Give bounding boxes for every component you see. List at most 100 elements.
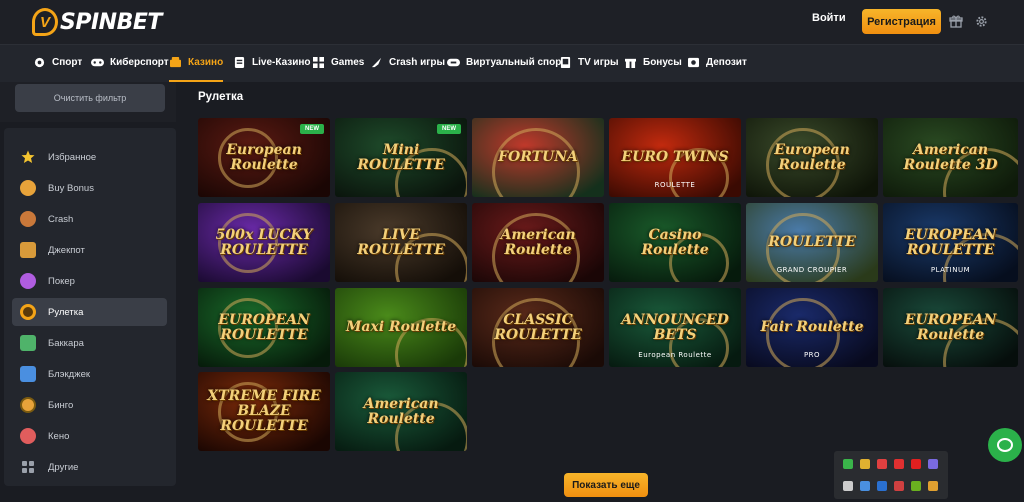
game-tile[interactable]: Mini ROULETTE NEW	[335, 118, 467, 197]
register-button[interactable]: Регистрация	[862, 9, 941, 34]
sidebar-item-jackpot[interactable]: Джекпот	[12, 236, 167, 264]
gift-icon[interactable]	[948, 13, 964, 29]
nav-label: Киберспорт	[110, 57, 169, 68]
nav-item-crash[interactable]: Crash игры	[370, 57, 445, 68]
game-title: American Roulette 3D	[903, 141, 998, 173]
game-tile[interactable]: CLASSIC ROULETTE	[472, 288, 604, 367]
network-tray-icon[interactable]	[860, 481, 870, 491]
tv-icon	[560, 57, 571, 68]
nav-item-virtual[interactable]: Виртуальный спорт	[447, 57, 566, 68]
sidebar-item-poker[interactable]: Покер	[12, 267, 167, 295]
game-tile[interactable]: Casino Roulette	[609, 203, 741, 282]
red-tray-icon[interactable]	[894, 459, 904, 469]
poker-icon	[20, 273, 36, 289]
game-title: EUROPEAN ROULETTE	[218, 311, 310, 343]
game-subtitle: ROULETTE	[654, 181, 696, 189]
sidebar-item-keno[interactable]: Кено	[12, 422, 167, 450]
logo[interactable]: V SPINBET	[32, 6, 162, 38]
chat-button[interactable]	[988, 428, 1022, 462]
nav-item-sport[interactable]: Спорт	[33, 57, 82, 68]
nav-label: Crash игры	[389, 57, 446, 68]
game-tile[interactable]: LIVE ROULETTE	[335, 203, 467, 282]
sidebar-item-label: Рулетка	[48, 306, 84, 318]
game-tile[interactable]: European Roulette NEW	[198, 118, 330, 197]
clear-filter-button[interactable]: Очистить фильтр	[15, 84, 165, 112]
nvidia-tray-icon[interactable]	[911, 481, 921, 491]
nav-item-esport[interactable]: Киберспорт	[91, 57, 169, 68]
game-tile[interactable]: American Roulette 3D	[883, 118, 1018, 197]
system-tray-popup	[834, 451, 948, 499]
nav-item-deposit[interactable]: Депозит	[687, 57, 747, 68]
sidebar-item-favorites[interactable]: Избранное	[12, 143, 167, 171]
app-tray-icon[interactable]	[877, 459, 887, 469]
nav-label: Спорт	[52, 57, 83, 68]
logo-mark-icon: V	[32, 8, 58, 36]
youtube-tray-icon[interactable]	[911, 459, 921, 469]
sidebar-item-crash[interactable]: Crash	[12, 205, 167, 233]
game-subtitle: European Roulette	[638, 351, 712, 359]
game-tile[interactable]: American Roulette	[335, 372, 467, 451]
category-sidebar: Избранное Buy Bonus Crash Джекпот Покер …	[4, 128, 176, 486]
wallet-icon	[688, 57, 699, 68]
volume-tray-icon[interactable]	[928, 481, 938, 491]
game-title: EUROPEAN Roulette	[904, 311, 997, 343]
coins-icon	[20, 180, 36, 196]
game-tile[interactable]: EUROPEAN ROULETTE	[198, 288, 330, 367]
gamepad-icon	[91, 58, 104, 67]
rocket-icon	[371, 57, 382, 68]
star-icon	[20, 149, 36, 165]
main-nav: Спорт Киберспорт Казино Live-Казино Game…	[0, 44, 1024, 82]
sidebar-item-label: Баккара	[48, 337, 84, 349]
gear-icon[interactable]	[973, 13, 989, 29]
show-more-button[interactable]: Показать еще	[564, 473, 648, 497]
game-tile[interactable]: EUROPEAN ROULETTE PLATINUM	[883, 203, 1018, 282]
bingo-icon	[20, 397, 36, 413]
nav-label: Виртуальный спорт	[466, 57, 567, 68]
sidebar-item-label: Бинго	[48, 399, 74, 411]
baccarat-icon	[20, 335, 36, 351]
nav-item-bonus[interactable]: Бонусы	[624, 57, 682, 68]
nav-item-games[interactable]: Games	[312, 57, 364, 68]
sidebar-item-other[interactable]: Другие	[12, 453, 167, 481]
game-title: American Roulette	[363, 395, 439, 427]
game-tile[interactable]: American Roulette	[472, 203, 604, 282]
nav-label: Live-Казино	[252, 57, 311, 68]
game-tile[interactable]: EUROPEAN Roulette	[883, 288, 1018, 367]
shield-tray-icon[interactable]	[843, 459, 853, 469]
live-icon	[234, 57, 245, 68]
new-badge: NEW	[437, 124, 461, 134]
game-title: European Roulette	[774, 141, 850, 173]
nav-item-casino[interactable]: Казино	[169, 57, 224, 82]
game-tile[interactable]: 500x LUCKY ROULETTE	[198, 203, 330, 282]
sidebar-item-roulette[interactable]: Рулетка	[12, 298, 167, 326]
game-tile[interactable]: European Roulette	[746, 118, 878, 197]
pen-tray-icon[interactable]	[928, 459, 938, 469]
sidebar-item-bingo[interactable]: Бинго	[12, 391, 167, 419]
game-tile[interactable]: ANNOUNCED BETS European Roulette	[609, 288, 741, 367]
app2-tray-icon[interactable]	[894, 481, 904, 491]
game-tile[interactable]: FORTUNA	[472, 118, 604, 197]
bluetooth-tray-icon[interactable]	[877, 481, 887, 491]
section-title: Рулетка	[198, 91, 244, 103]
game-tile[interactable]: Maxi Roulette	[335, 288, 467, 367]
game-tile[interactable]: EURO TWINS ROULETTE	[609, 118, 741, 197]
sidebar-item-label: Кено	[48, 430, 70, 442]
game-title: CLASSIC ROULETTE	[494, 311, 582, 343]
game-tile[interactable]: XTREME FIRE BLAZE ROULETTE	[198, 372, 330, 451]
sidebar-item-baccarat[interactable]: Баккара	[12, 329, 167, 357]
nav-label: Бонусы	[643, 57, 682, 68]
game-subtitle: PLATINUM	[930, 266, 971, 274]
roulette-icon	[20, 304, 36, 320]
game-subtitle: PRO	[803, 351, 821, 359]
sidebar-item-buy-bonus[interactable]: Buy Bonus	[12, 174, 167, 202]
nav-item-live-casino[interactable]: Live-Казино	[233, 57, 311, 68]
login-button[interactable]: Войти	[812, 12, 846, 24]
game-tile[interactable]: Fair Roulette PRO	[746, 288, 878, 367]
game-title: EURO TWINS	[621, 149, 729, 166]
usb-tray-icon[interactable]	[843, 481, 853, 491]
game-tile[interactable]: ROULETTE GRAND CROUPIER	[746, 203, 878, 282]
chrome-tray-icon[interactable]	[860, 459, 870, 469]
sidebar-item-blackjack[interactable]: Блэкджек	[12, 360, 167, 388]
game-title: ANNOUNCED BETS	[621, 311, 729, 343]
nav-item-tv[interactable]: TV игры	[559, 57, 619, 68]
